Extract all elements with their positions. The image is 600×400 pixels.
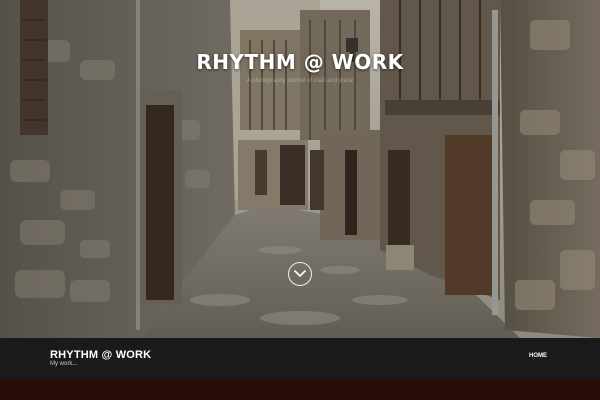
- hero-site-title[interactable]: RHYTHM @ WORK: [0, 50, 600, 74]
- nav-item-home[interactable]: HOME: [529, 353, 547, 359]
- content-area-strip: [0, 380, 600, 400]
- hero-tagline: A photography journal of craft and place: [246, 78, 354, 84]
- scroll-down-button[interactable]: [288, 262, 312, 286]
- hero-banner: RHYTHM @ WORK A photography journal of c…: [0, 0, 600, 338]
- site-tagline: My work...: [50, 361, 78, 367]
- site-title[interactable]: RHYTHM @ WORK: [50, 349, 151, 361]
- chevron-down-icon: [294, 270, 306, 277]
